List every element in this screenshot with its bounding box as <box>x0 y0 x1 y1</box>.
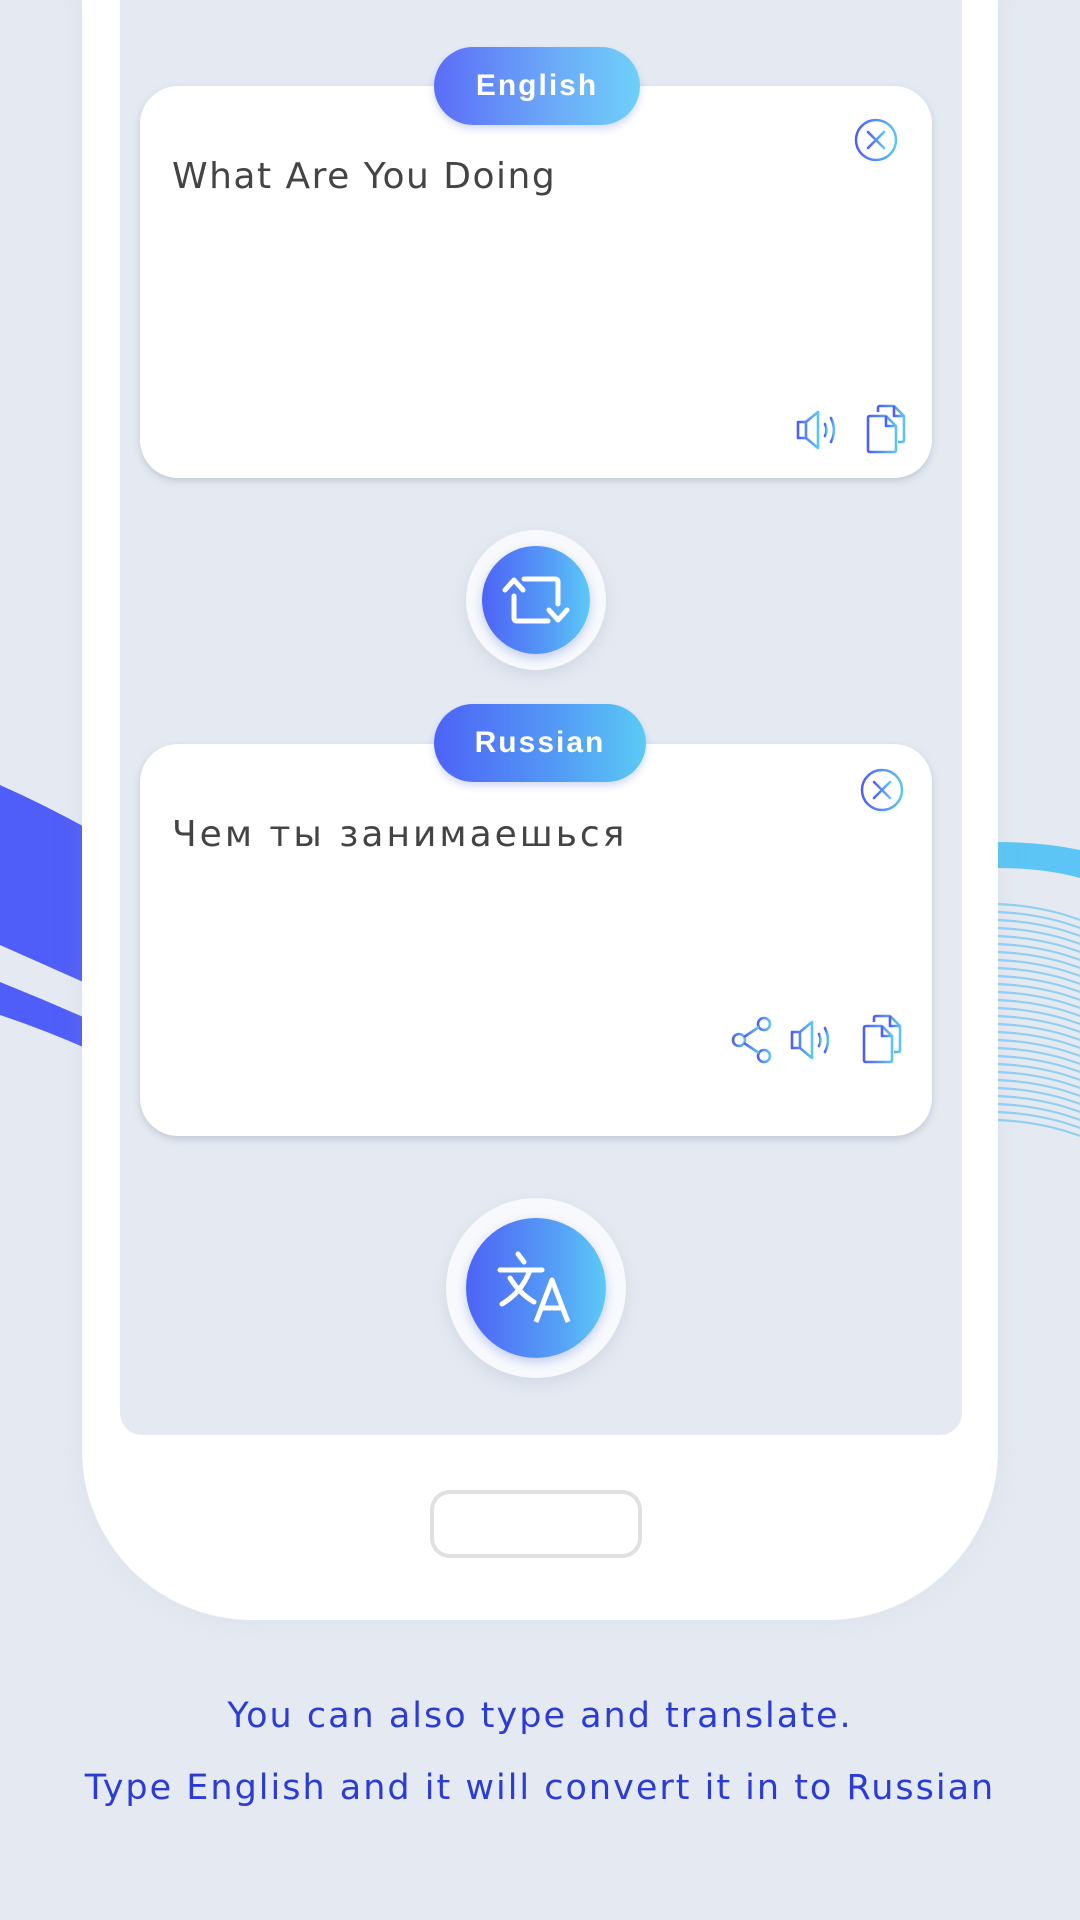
copy-translation-button[interactable] <box>860 1014 904 1064</box>
translate-icon <box>497 1251 571 1323</box>
source-text-input[interactable]: What Are You Doing <box>172 156 852 197</box>
translated-text: Чем ты занимаешься <box>172 814 628 855</box>
caption-line-2: Type English and it will convert it in t… <box>84 1768 996 1808</box>
speak-translation-button[interactable] <box>788 1018 834 1062</box>
speak-source-button[interactable] <box>794 408 840 452</box>
close-circle-icon <box>860 768 904 812</box>
target-language-selector[interactable]: Russian <box>434 704 646 782</box>
target-text-card: Чем ты занимаешься <box>140 744 932 1136</box>
swap-languages-button[interactable] <box>482 546 590 654</box>
share-icon <box>731 1016 772 1064</box>
speaker-icon <box>790 1020 830 1060</box>
target-language-label: Russian <box>474 726 606 759</box>
phone-mockup: English What Are You Doing Russian Чем т… <box>82 0 998 1620</box>
right-wave-decoration <box>998 842 1080 1138</box>
speaker-icon <box>796 410 836 450</box>
caption-line-1: You can also type and translate. <box>227 1696 853 1736</box>
source-text-card: What Are You Doing <box>140 86 932 478</box>
clear-source-button[interactable] <box>852 116 900 164</box>
left-wave-decoration <box>0 785 90 1050</box>
share-translation-button[interactable] <box>730 1016 774 1064</box>
copy-icon <box>866 404 906 454</box>
close-circle-icon <box>854 118 898 162</box>
translate-button[interactable] <box>466 1218 606 1358</box>
clear-target-button[interactable] <box>858 766 906 814</box>
source-language-label: English <box>475 69 599 102</box>
copy-icon <box>862 1014 902 1064</box>
phone-home-button <box>430 1490 642 1558</box>
swap-icon <box>502 576 570 624</box>
source-language-selector[interactable]: English <box>434 47 640 125</box>
copy-source-button[interactable] <box>864 404 908 454</box>
phone-screen: English What Are You Doing Russian Чем т… <box>120 0 962 1435</box>
